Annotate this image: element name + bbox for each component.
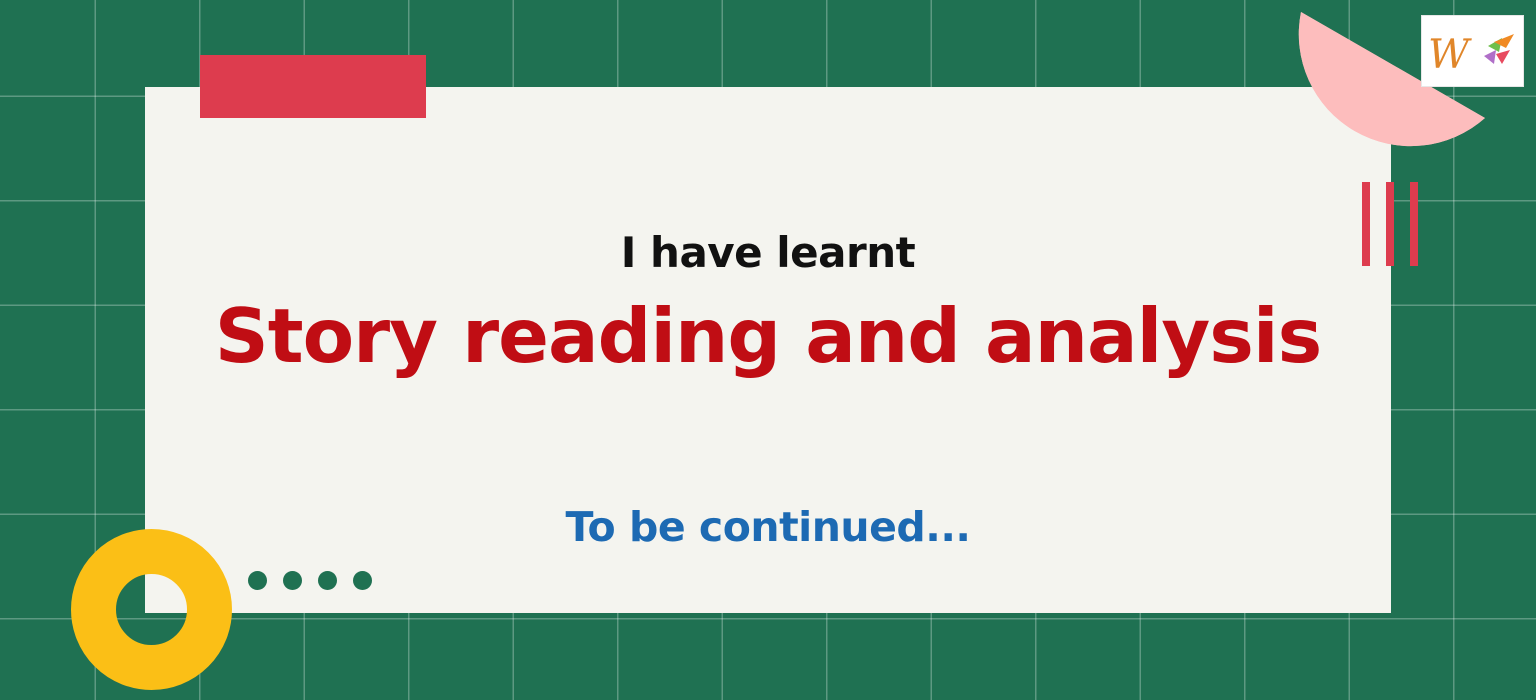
red-stripe <box>1362 182 1370 266</box>
w-logo-icon: W <box>1428 32 1514 78</box>
svg-text:W: W <box>1428 32 1472 78</box>
red-stripe <box>1386 182 1394 266</box>
dot <box>353 571 372 590</box>
yellow-ring-icon <box>71 529 232 690</box>
red-stripe <box>1410 182 1418 266</box>
dot <box>318 571 337 590</box>
slide-subtitle: I have learnt <box>620 228 916 277</box>
continued-text: To be continued... <box>565 503 971 551</box>
dot <box>283 571 302 590</box>
dot <box>248 571 267 590</box>
slide-title: Story reading and analysis <box>214 292 1322 380</box>
logo: W <box>1421 15 1524 87</box>
red-accent-bar <box>200 55 426 118</box>
dots-decoration <box>248 571 372 590</box>
